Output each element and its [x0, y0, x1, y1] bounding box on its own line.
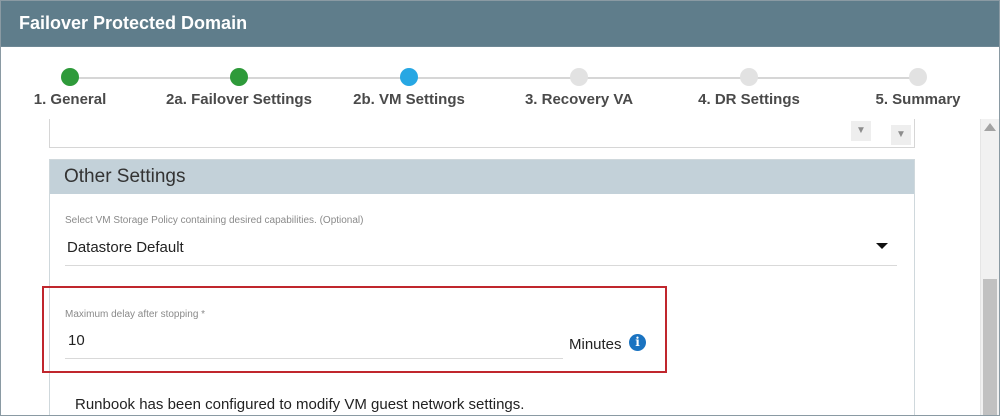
step-2b-dot[interactable]	[400, 68, 418, 86]
storage-policy-caption: Select VM Storage Policy containing desi…	[65, 215, 364, 226]
step-4-dot[interactable]	[740, 68, 758, 86]
step-2a-dot[interactable]	[230, 68, 248, 86]
step-1-label[interactable]: 1. General	[34, 91, 107, 108]
previous-section-bottom	[49, 119, 915, 148]
info-icon[interactable]: i	[629, 334, 646, 351]
step-2b-label[interactable]: 2b. VM Settings	[353, 91, 465, 108]
vertical-scrollbar[interactable]	[980, 119, 999, 415]
max-delay-input[interactable]: 10	[68, 332, 85, 349]
step-4-label[interactable]: 4. DR Settings	[698, 91, 800, 108]
highlight-annotation	[42, 286, 667, 373]
runbook-note: Runbook has been configured to modify VM…	[75, 396, 525, 413]
chevron-down-icon[interactable]: ▼	[851, 121, 871, 141]
step-5-label[interactable]: 5. Summary	[875, 91, 960, 108]
step-2a-label[interactable]: 2a. Failover Settings	[166, 91, 312, 108]
dialog-window: Failover Protected Domain 1. General 2a.…	[0, 0, 1000, 416]
max-delay-caption: Maximum delay after stopping *	[65, 309, 206, 320]
step-3-label[interactable]: 3. Recovery VA	[525, 91, 633, 108]
scrollbar-thumb[interactable]	[983, 279, 997, 415]
step-3-dot[interactable]	[570, 68, 588, 86]
step-5-dot[interactable]	[909, 68, 927, 86]
scroll-up-icon[interactable]	[984, 123, 996, 131]
chevron-down-icon[interactable]: ▼	[891, 125, 911, 145]
dialog-title: Failover Protected Domain	[1, 1, 999, 47]
max-delay-underline	[65, 358, 563, 359]
wizard-content: ▼ ▼ Other Settings Select VM Storage Pol…	[1, 119, 999, 415]
caret-down-icon[interactable]	[876, 243, 888, 249]
stepper-track	[70, 77, 918, 79]
storage-policy-select[interactable]: Datastore Default	[67, 239, 184, 256]
step-1-dot[interactable]	[61, 68, 79, 86]
storage-policy-underline	[65, 265, 897, 266]
max-delay-unit: Minutes	[569, 336, 622, 353]
wizard-stepper: 1. General 2a. Failover Settings 2b. VM …	[1, 47, 999, 119]
panel-title: Other Settings	[50, 160, 914, 194]
